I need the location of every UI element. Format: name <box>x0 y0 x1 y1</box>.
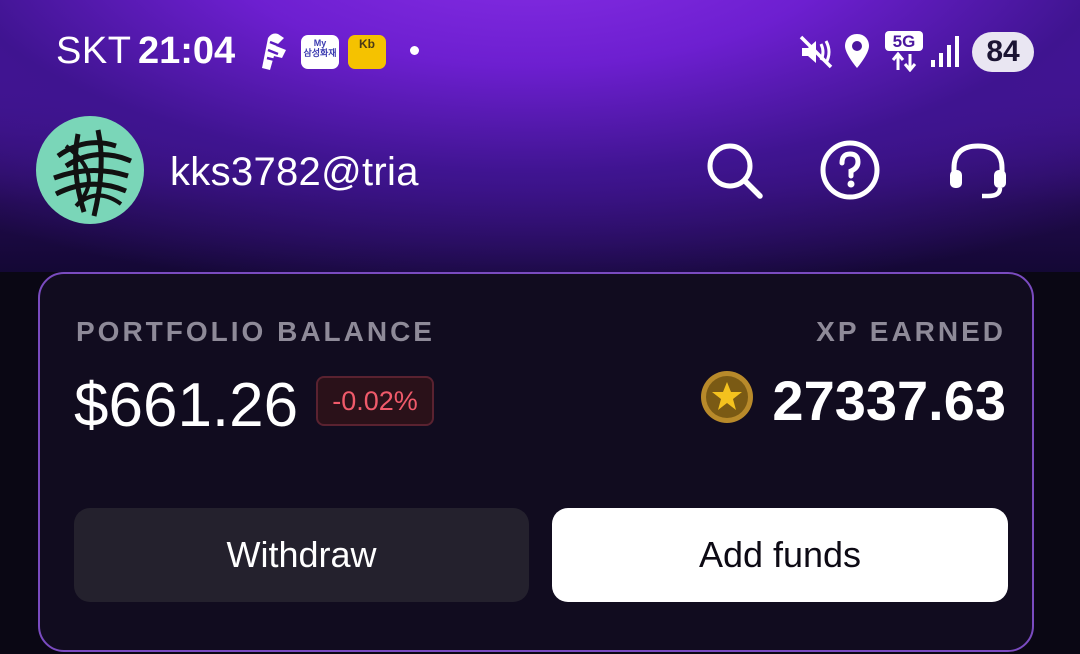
xp-coin-icon <box>701 371 753 423</box>
xp-earned-value: 27337.63 <box>772 369 1006 432</box>
more-notifications-dot <box>410 46 419 55</box>
portfolio-balance-label: PORTFOLIO BALANCE <box>76 316 435 347</box>
search-icon <box>707 143 763 199</box>
withdraw-button[interactable]: Withdraw <box>74 508 529 602</box>
mute-vibrate-icon <box>799 35 833 69</box>
balance-change-badge: -0.02% <box>316 376 434 426</box>
help-circle-icon <box>820 140 880 200</box>
svg-text:5G: 5G <box>893 32 916 51</box>
headset-icon <box>950 143 1006 199</box>
battery-indicator: 84 <box>972 32 1034 72</box>
carrier-label: SKT <box>56 30 132 72</box>
5g-data-icon: 5G <box>885 31 923 72</box>
location-icon <box>845 34 869 68</box>
search-button[interactable] <box>702 138 766 202</box>
add-funds-button[interactable]: Add funds <box>552 508 1008 602</box>
xp-earned-label: XP EARNED <box>816 316 1006 347</box>
username: kks3782@tria <box>170 150 419 194</box>
help-button[interactable] <box>818 138 882 202</box>
status-bar: SKT 21:04 My 삼성화재 Kb 5G 84 <box>0 0 1080 100</box>
status-time: 21:04 <box>138 30 236 72</box>
samsung-app-label-top: My <box>313 38 327 48</box>
samsung-fire-app-icon: My 삼성화재 <box>301 35 339 69</box>
samsung-app-label-bottom: 삼성화재 <box>303 48 337 58</box>
kb-app-label: Kb <box>359 37 375 51</box>
avatar-scribble-image <box>53 129 132 217</box>
shoe-icon <box>262 33 286 70</box>
portfolio-balance-value: $661.26 <box>74 371 299 440</box>
avatar[interactable] <box>36 116 144 224</box>
kb-app-icon: Kb <box>348 35 386 69</box>
support-button[interactable] <box>946 138 1010 202</box>
signal-icon <box>931 36 959 67</box>
